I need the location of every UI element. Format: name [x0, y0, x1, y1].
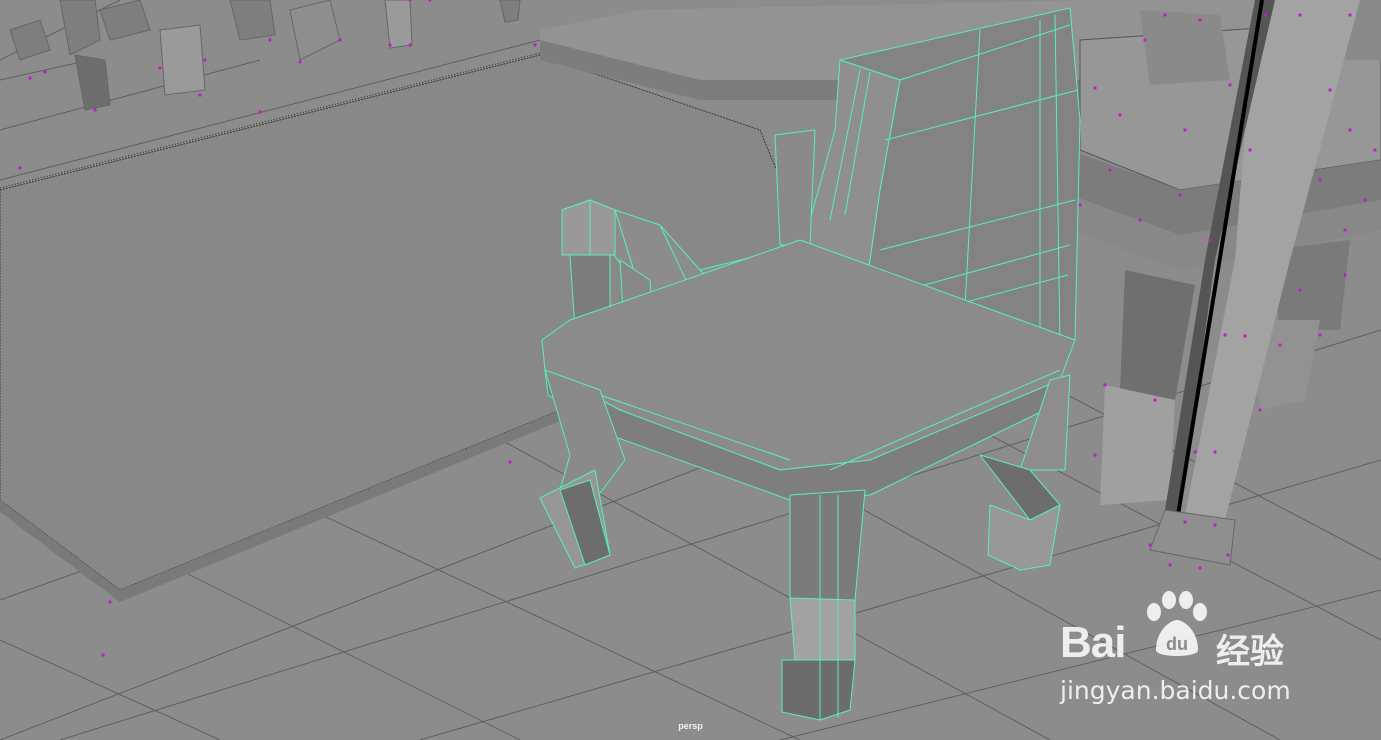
baidu-brand-text: Bai	[1060, 618, 1126, 667]
baidu-watermark: du Bai 经验 jingyan.baidu.com	[1058, 590, 1378, 710]
maya-perspective-viewport[interactable]: persp du Bai 经验 jingyan.baidu.com	[0, 0, 1381, 740]
baidu-paw-icon: du	[1147, 591, 1207, 656]
baidu-jingyan-text: 经验	[1216, 632, 1284, 672]
camera-name-label: persp	[678, 721, 703, 731]
baidu-paw-text: du	[1166, 634, 1188, 654]
baidu-url-text: jingyan.baidu.com	[1060, 676, 1291, 705]
